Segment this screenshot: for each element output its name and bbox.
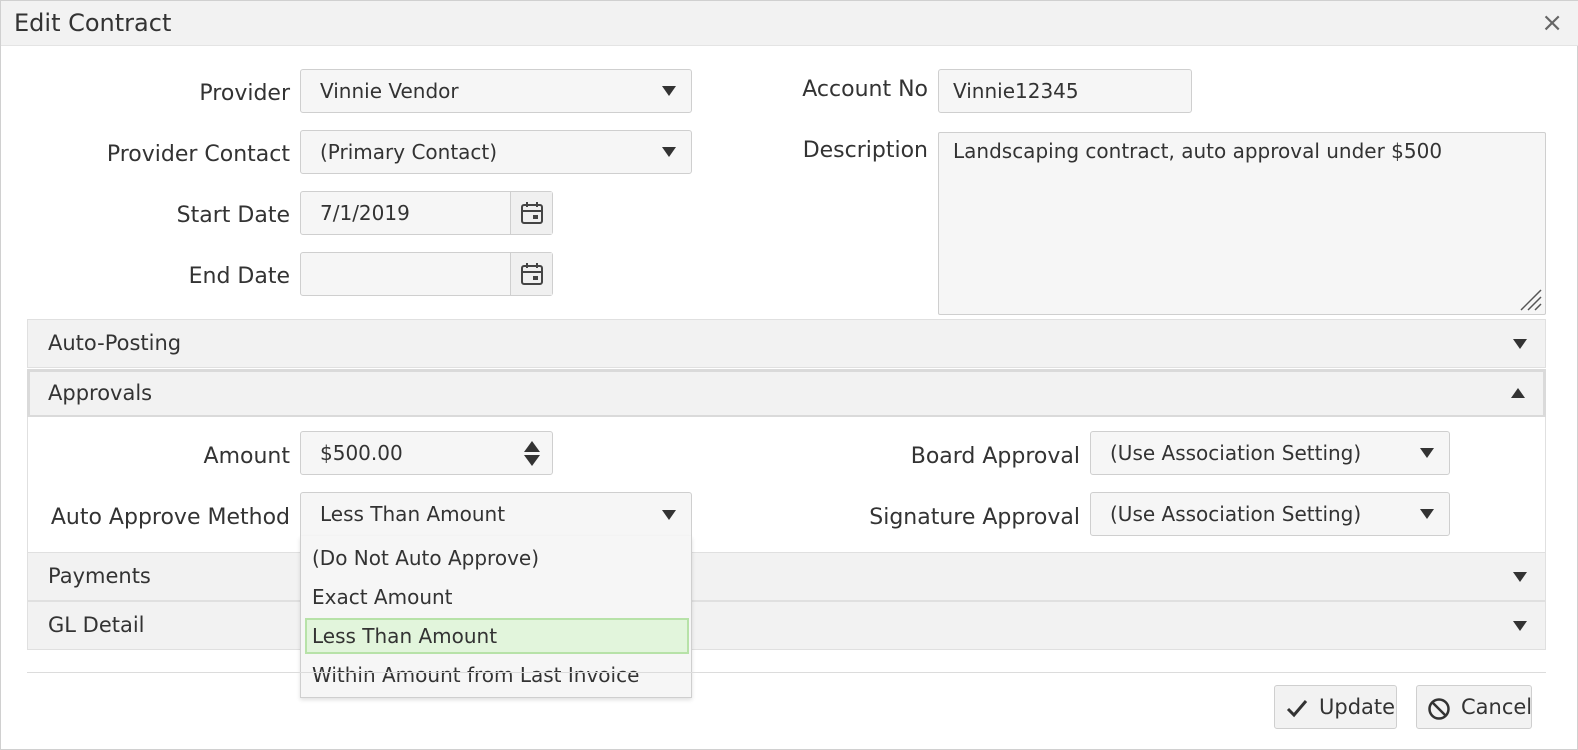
start-date-value: 7/1/2019 (320, 201, 410, 225)
cancel-button-label: Cancel (1461, 695, 1533, 719)
chevron-down-icon (1513, 572, 1527, 582)
dropdown-option[interactable]: (Do Not Auto Approve) (305, 540, 689, 576)
section-approvals[interactable]: Approvals (27, 369, 1546, 418)
board-approval-value: (Use Association Setting) (1110, 441, 1362, 465)
amount-value: $500.00 (320, 441, 403, 465)
chevron-up-icon (1511, 388, 1525, 398)
signature-approval-value: (Use Association Setting) (1110, 502, 1362, 526)
end-date-picker-button[interactable] (510, 253, 552, 295)
dropdown-option[interactable]: Exact Amount (305, 579, 689, 615)
provider-select[interactable]: Vinnie Vendor (300, 69, 692, 113)
description-value: Landscaping contract, auto approval unde… (953, 139, 1443, 163)
edit-contract-dialog: Edit Contract × Provider Vinnie Vendor P… (0, 0, 1578, 750)
start-date-picker-button[interactable] (510, 192, 552, 234)
amount-input[interactable]: $500.00 (300, 431, 553, 475)
description-textarea[interactable]: Landscaping contract, auto approval unde… (938, 132, 1546, 315)
provider-contact-label: Provider Contact (106, 142, 290, 167)
chevron-down-icon (1513, 621, 1527, 631)
amount-spinner[interactable] (510, 432, 552, 474)
update-button[interactable]: Update (1274, 685, 1397, 729)
section-title: GL Detail (48, 613, 145, 637)
close-icon[interactable]: × (1541, 10, 1563, 36)
provider-contact-select[interactable]: (Primary Contact) (300, 130, 692, 174)
section-title: Auto-Posting (48, 331, 182, 355)
section-gl-detail[interactable]: GL Detail (27, 601, 1546, 650)
section-payments[interactable]: Payments (27, 552, 1546, 601)
provider-value: Vinnie Vendor (320, 79, 459, 103)
start-date-input[interactable]: 7/1/2019 (300, 191, 553, 235)
dialog-titlebar: Edit Contract × (1, 1, 1578, 46)
chevron-down-icon (662, 509, 676, 520)
chevron-down-icon (1420, 448, 1434, 458)
description-label: Description (802, 138, 928, 163)
ban-icon (1428, 698, 1450, 720)
auto-approve-method-select[interactable]: Less Than Amount (300, 492, 692, 537)
auto-approve-method-options: (Do Not Auto Approve) Exact Amount Less … (300, 536, 692, 698)
account-no-label: Account No (802, 77, 928, 102)
section-auto-posting[interactable]: Auto-Posting (27, 319, 1546, 368)
board-approval-select[interactable]: (Use Association Setting) (1090, 431, 1450, 475)
spin-down-icon[interactable] (524, 455, 540, 466)
update-button-label: Update (1319, 695, 1396, 719)
spin-up-icon[interactable] (524, 441, 540, 452)
footer-divider (27, 672, 1546, 673)
calendar-icon (521, 263, 543, 285)
check-icon (1286, 700, 1308, 718)
dropdown-option[interactable]: Within Amount from Last Invoice (305, 657, 689, 693)
chevron-down-icon (1513, 339, 1527, 349)
provider-label: Provider (199, 81, 290, 106)
chevron-down-icon (662, 147, 676, 157)
account-no-value: Vinnie12345 (953, 79, 1079, 103)
amount-label: Amount (203, 444, 290, 469)
signature-approval-select[interactable]: (Use Association Setting) (1090, 492, 1450, 536)
calendar-icon (521, 202, 543, 224)
end-date-input[interactable] (300, 252, 553, 296)
section-title: Approvals (48, 381, 153, 405)
end-date-label: End Date (188, 264, 290, 289)
start-date-label: Start Date (176, 203, 290, 228)
auto-approve-method-label: Auto Approve Method (50, 505, 290, 530)
section-title: Payments (48, 564, 151, 588)
account-no-input[interactable]: Vinnie12345 (938, 69, 1192, 113)
provider-contact-value: (Primary Contact) (320, 140, 498, 164)
resize-grip-icon[interactable] (1517, 286, 1543, 312)
dialog-title: Edit Contract (14, 9, 172, 37)
auto-approve-method-value: Less Than Amount (320, 502, 506, 526)
dropdown-option-selected[interactable]: Less Than Amount (305, 618, 689, 654)
signature-approval-label: Signature Approval (869, 505, 1080, 530)
chevron-down-icon (1420, 509, 1434, 519)
chevron-down-icon (662, 86, 676, 96)
board-approval-label: Board Approval (910, 444, 1080, 469)
cancel-button[interactable]: Cancel (1416, 685, 1532, 729)
